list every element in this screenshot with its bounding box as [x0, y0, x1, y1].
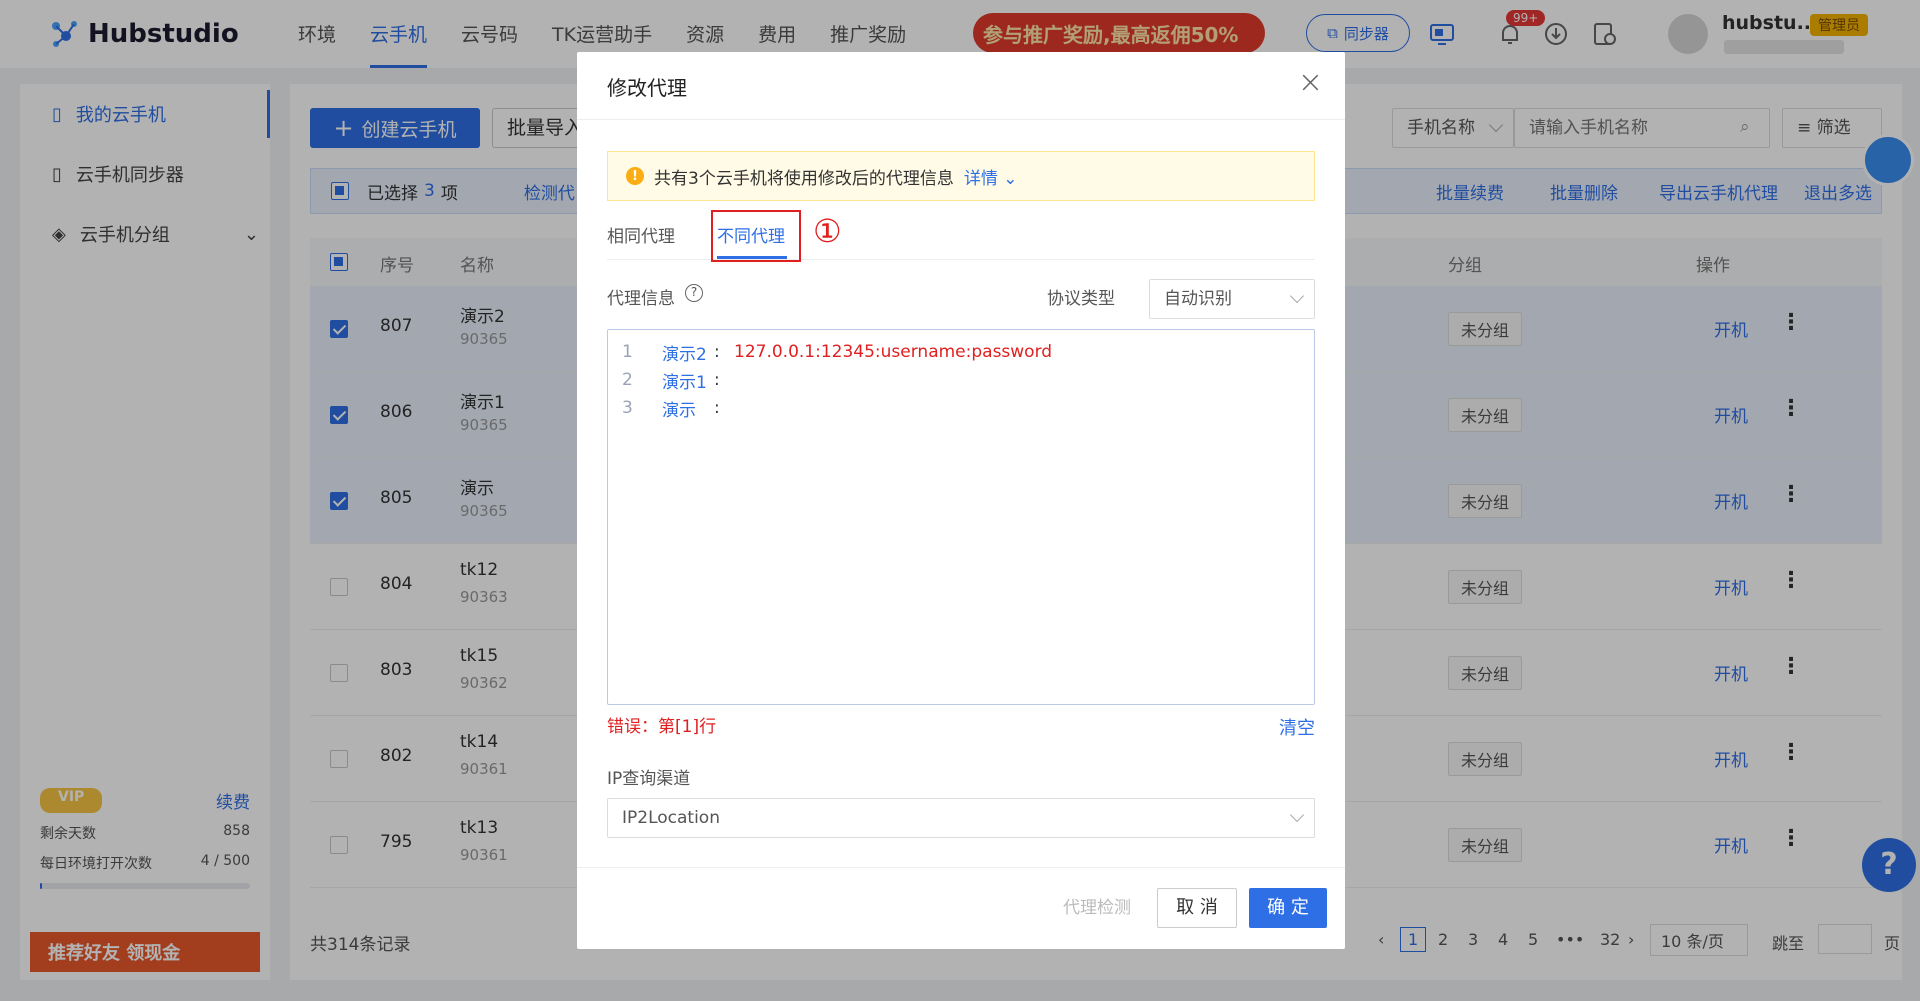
error-message: 错误：第[1]行 — [607, 717, 717, 737]
protocol-value: 自动识别 — [1164, 289, 1232, 309]
chevron-down-icon: ⌄ — [1003, 168, 1018, 189]
dialog-title: 修改代理 — [607, 76, 687, 100]
annotation-marker: ① — [813, 212, 842, 250]
line-phone-name: 演示1 — [662, 372, 707, 393]
alert-text: 共有3个云手机将使用修改后的代理信息 — [654, 168, 954, 189]
line-separator: : — [714, 370, 720, 390]
line-separator: : — [714, 398, 720, 418]
cancel-button[interactable]: 取 消 — [1157, 888, 1237, 928]
warning-icon: ! — [626, 167, 644, 185]
editor-line: 3 演示 : — [608, 394, 1314, 422]
line-proxy-value: 127.0.0.1:12345:username:password — [734, 342, 1053, 362]
ip-channel-value: IP2Location — [622, 808, 720, 828]
alert-detail-label: 详情 — [963, 168, 998, 189]
editor-line: 2 演示1 : — [608, 366, 1314, 394]
protocol-select[interactable]: 自动识别 — [1149, 279, 1315, 319]
tab-same-proxy[interactable]: 相同代理 — [607, 222, 675, 247]
line-separator: : — [714, 342, 720, 362]
annotation-highlight-box — [711, 210, 801, 262]
editor-line: 1 演示2 : 127.0.0.1:12345:username:passwor… — [608, 338, 1314, 366]
ip-channel-label: IP查询渠道 — [607, 769, 691, 789]
protocol-label: 协议类型 — [1047, 289, 1115, 309]
proxy-info-label: 代理信息 — [607, 289, 675, 309]
clear-button[interactable]: 清空 — [1279, 714, 1315, 740]
close-icon[interactable]: × — [1298, 68, 1323, 98]
line-number: 3 — [622, 398, 633, 418]
edit-proxy-dialog: 修改代理 × ! 共有3个云手机将使用修改后的代理信息 详情 ⌄ 相同代理 不同… — [577, 52, 1345, 949]
line-phone-name: 演示 — [662, 400, 696, 421]
line-phone-name: 演示2 — [662, 344, 707, 365]
info-alert: ! 共有3个云手机将使用修改后的代理信息 详情 ⌄ — [607, 151, 1315, 201]
ip-channel-select[interactable]: IP2Location — [607, 798, 1315, 838]
dialog-header: 修改代理 × — [577, 52, 1345, 120]
alert-detail-link[interactable]: 详情 ⌄ — [964, 164, 1018, 189]
confirm-button[interactable]: 确 定 — [1249, 888, 1327, 928]
proxy-editor[interactable]: 1 演示2 : 127.0.0.1:12345:username:passwor… — [607, 329, 1315, 705]
line-number: 2 — [622, 370, 633, 390]
dialog-footer: 代理检测 取 消 确 定 — [577, 867, 1345, 949]
line-number: 1 — [622, 342, 633, 362]
proxy-check-button[interactable]: 代理检测 — [1063, 888, 1131, 928]
help-circle-icon[interactable]: ? — [685, 284, 703, 302]
